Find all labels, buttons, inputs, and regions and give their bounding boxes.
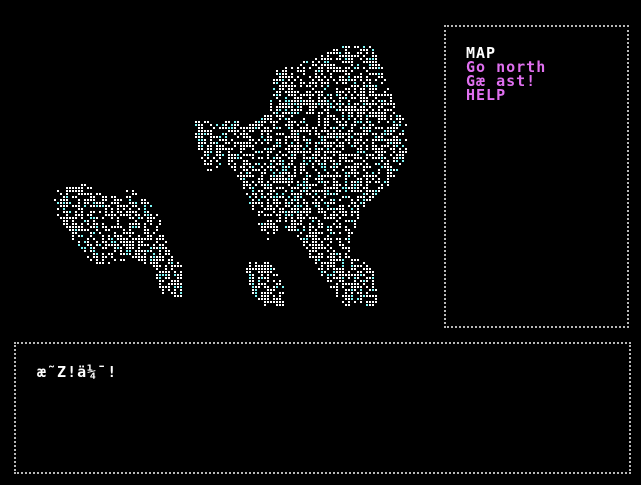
scene-illustration: [40, 30, 430, 320]
game-screen: MAP Go north Gæ ast! HELP æ˜Z!ä¼¯!: [0, 0, 641, 485]
message-text: æ˜Z!ä¼¯!: [37, 363, 118, 381]
command-menu: MAP Go north Gæ ast! HELP: [444, 25, 629, 328]
message-window: æ˜Z!ä¼¯!: [14, 342, 631, 474]
menu-item-help[interactable]: HELP: [466, 88, 506, 103]
dithered-rock-formation-image: [54, 46, 407, 306]
